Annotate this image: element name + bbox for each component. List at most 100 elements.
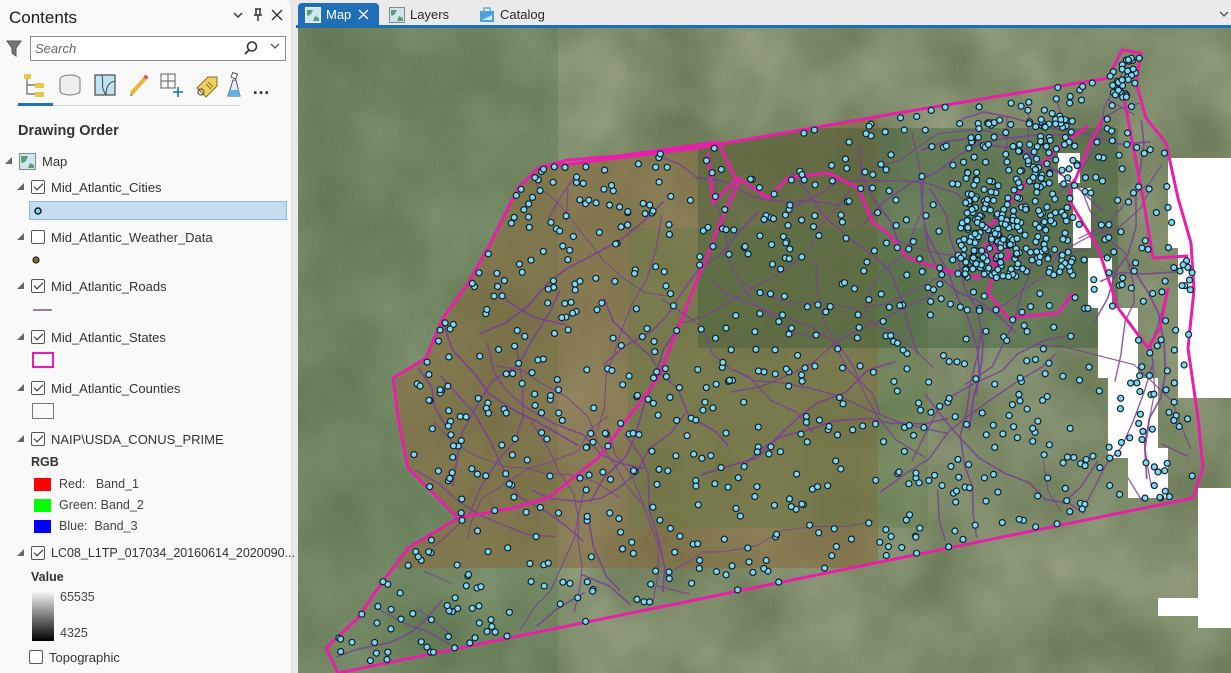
- city-point[interactable]: [868, 184, 877, 192]
- city-point[interactable]: [960, 235, 968, 243]
- city-point[interactable]: [456, 412, 464, 421]
- city-point[interactable]: [1031, 197, 1039, 205]
- city-point[interactable]: [555, 409, 563, 417]
- city-point[interactable]: [612, 240, 620, 248]
- city-point[interactable]: [527, 256, 535, 264]
- city-point[interactable]: [1109, 81, 1117, 90]
- city-point[interactable]: [619, 381, 627, 389]
- city-point[interactable]: [991, 230, 999, 238]
- city-point[interactable]: [532, 533, 540, 541]
- city-point[interactable]: [1009, 316, 1017, 324]
- city-point[interactable]: [337, 647, 345, 656]
- city-point[interactable]: [652, 163, 660, 171]
- city-point[interactable]: [1048, 109, 1056, 118]
- city-point[interactable]: [812, 331, 820, 339]
- city-point[interactable]: [979, 254, 987, 262]
- city-point[interactable]: [1016, 167, 1024, 175]
- city-point[interactable]: [502, 370, 510, 378]
- city-point[interactable]: [615, 515, 623, 523]
- city-point[interactable]: [520, 206, 528, 214]
- city-point[interactable]: [991, 443, 999, 451]
- city-point[interactable]: [518, 268, 526, 276]
- city-point[interactable]: [1040, 451, 1048, 459]
- city-point[interactable]: [373, 619, 381, 627]
- city-point[interactable]: [957, 254, 965, 262]
- city-point[interactable]: [466, 639, 474, 647]
- city-point[interactable]: [528, 193, 537, 201]
- city-point[interactable]: [912, 469, 920, 477]
- city-point[interactable]: [1123, 140, 1131, 149]
- city-point[interactable]: [903, 365, 911, 373]
- city-point[interactable]: [688, 579, 696, 587]
- city-point[interactable]: [754, 423, 762, 431]
- city-point[interactable]: [722, 226, 730, 234]
- city-point[interactable]: [1090, 276, 1098, 284]
- city-point[interactable]: [553, 376, 561, 384]
- city-point[interactable]: [1033, 182, 1041, 190]
- city-point[interactable]: [540, 582, 548, 590]
- city-point[interactable]: [1015, 515, 1023, 523]
- city-point[interactable]: [428, 425, 436, 433]
- city-point[interactable]: [898, 543, 906, 552]
- city-point[interactable]: [1002, 128, 1010, 137]
- city-point[interactable]: [491, 628, 499, 636]
- city-point[interactable]: [745, 558, 753, 566]
- filter-icon[interactable]: [6, 40, 22, 58]
- city-point[interactable]: [462, 413, 470, 421]
- city-point[interactable]: [449, 442, 458, 450]
- city-point[interactable]: [832, 457, 840, 465]
- city-point[interactable]: [1014, 260, 1022, 268]
- city-point[interactable]: [892, 221, 900, 230]
- city-point[interactable]: [916, 524, 924, 532]
- city-point[interactable]: [484, 548, 492, 556]
- city-point[interactable]: [861, 168, 869, 176]
- city-point[interactable]: [953, 358, 961, 366]
- city-point[interactable]: [809, 223, 818, 231]
- pin-icon[interactable]: [252, 8, 264, 25]
- city-point[interactable]: [1009, 142, 1017, 151]
- city-point[interactable]: [882, 166, 890, 174]
- city-point[interactable]: [820, 564, 829, 572]
- city-point[interactable]: [947, 462, 955, 470]
- city-point[interactable]: [853, 334, 862, 342]
- city-point[interactable]: [912, 549, 921, 557]
- city-point[interactable]: [926, 297, 935, 306]
- city-point[interactable]: [930, 471, 939, 479]
- list-by-editing-icon[interactable]: [126, 72, 152, 98]
- city-point[interactable]: [1090, 285, 1098, 293]
- city-point[interactable]: [1040, 218, 1049, 226]
- city-point[interactable]: [1127, 284, 1135, 292]
- city-point[interactable]: [1024, 106, 1032, 114]
- city-point[interactable]: [457, 437, 465, 445]
- expand-triangle-icon[interactable]: [17, 233, 25, 241]
- city-point[interactable]: [975, 103, 983, 111]
- city-point[interactable]: [927, 408, 935, 416]
- city-point[interactable]: [900, 447, 909, 455]
- city-point[interactable]: [624, 208, 632, 216]
- city-point[interactable]: [1066, 508, 1074, 516]
- city-point[interactable]: [1107, 127, 1116, 135]
- city-point[interactable]: [756, 232, 764, 240]
- city-point[interactable]: [587, 429, 595, 438]
- city-point[interactable]: [694, 540, 702, 548]
- city-point[interactable]: [458, 495, 466, 503]
- city-point[interactable]: [473, 527, 482, 535]
- city-point[interactable]: [973, 168, 981, 177]
- city-point[interactable]: [583, 512, 591, 520]
- city-point[interactable]: [582, 617, 590, 626]
- city-point[interactable]: [500, 277, 508, 285]
- layer-visibility-checkbox[interactable]: [29, 650, 43, 664]
- city-point[interactable]: [1007, 120, 1015, 129]
- city-point[interactable]: [495, 345, 503, 354]
- city-point[interactable]: [511, 435, 519, 443]
- city-point[interactable]: [1175, 422, 1183, 431]
- city-point[interactable]: [576, 474, 584, 482]
- city-point[interactable]: [949, 256, 957, 264]
- city-point[interactable]: [567, 298, 575, 306]
- city-point[interactable]: [717, 464, 725, 472]
- layer-row-weather[interactable]: Mid_Atlantic_Weather_Data: [17, 227, 213, 247]
- city-point[interactable]: [786, 201, 794, 209]
- city-point[interactable]: [1053, 520, 1061, 528]
- city-point[interactable]: [512, 191, 520, 200]
- city-point[interactable]: [719, 358, 727, 366]
